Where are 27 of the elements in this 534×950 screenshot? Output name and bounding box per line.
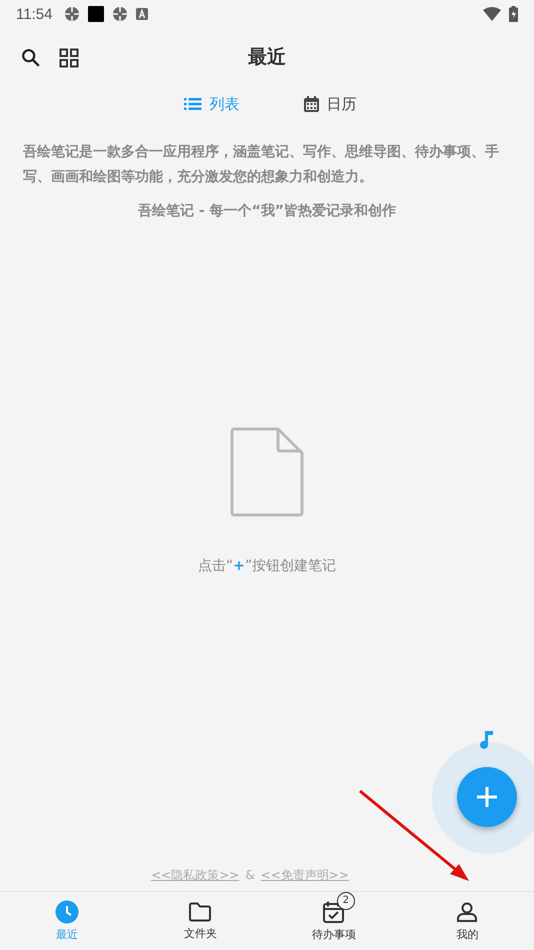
- blank-document-icon: [230, 427, 304, 517]
- view-tab[interactable]: 日历: [302, 90, 358, 118]
- nav-tab[interactable]: 文件夹: [134, 892, 267, 950]
- app-description: 吾绘笔记是一款多合一应用程序，涵盖笔记、写作、思维导图、待办事项、手写、画画和绘图等功能，充分激发您的想象力和创造力。: [23, 142, 500, 187]
- letter-a-icon: [136, 8, 148, 20]
- grid-view-icon[interactable]: [59, 48, 79, 68]
- music-note-icon[interactable]: [480, 729, 494, 749]
- list-icon: [184, 97, 202, 111]
- nav-tab[interactable]: 2 待办事项: [267, 892, 400, 950]
- count-badge: 2: [336, 892, 355, 910]
- aperture-icon: [64, 6, 80, 22]
- separator-text: &: [245, 868, 255, 882]
- battery-charging-icon: [509, 6, 518, 22]
- plus-icon: [476, 786, 498, 808]
- search-icon[interactable]: [20, 47, 42, 69]
- empty-hint: 点击“+”按钮创建笔记: [198, 557, 336, 575]
- nav-tab[interactable]: 我的: [400, 892, 534, 950]
- clock-time: 11:54: [16, 6, 52, 22]
- folder-icon: [188, 901, 212, 923]
- person-icon: [455, 900, 480, 924]
- square-icon: [88, 6, 104, 22]
- wifi-icon: [483, 7, 501, 21]
- aperture-icon: [112, 6, 128, 22]
- calendar-icon: [304, 96, 318, 112]
- page-title: 最近: [248, 45, 286, 70]
- clock-icon: [54, 900, 79, 924]
- app-slogan: 吾绘笔记 - 每一个“我”皆热爱记录和创作: [137, 202, 397, 220]
